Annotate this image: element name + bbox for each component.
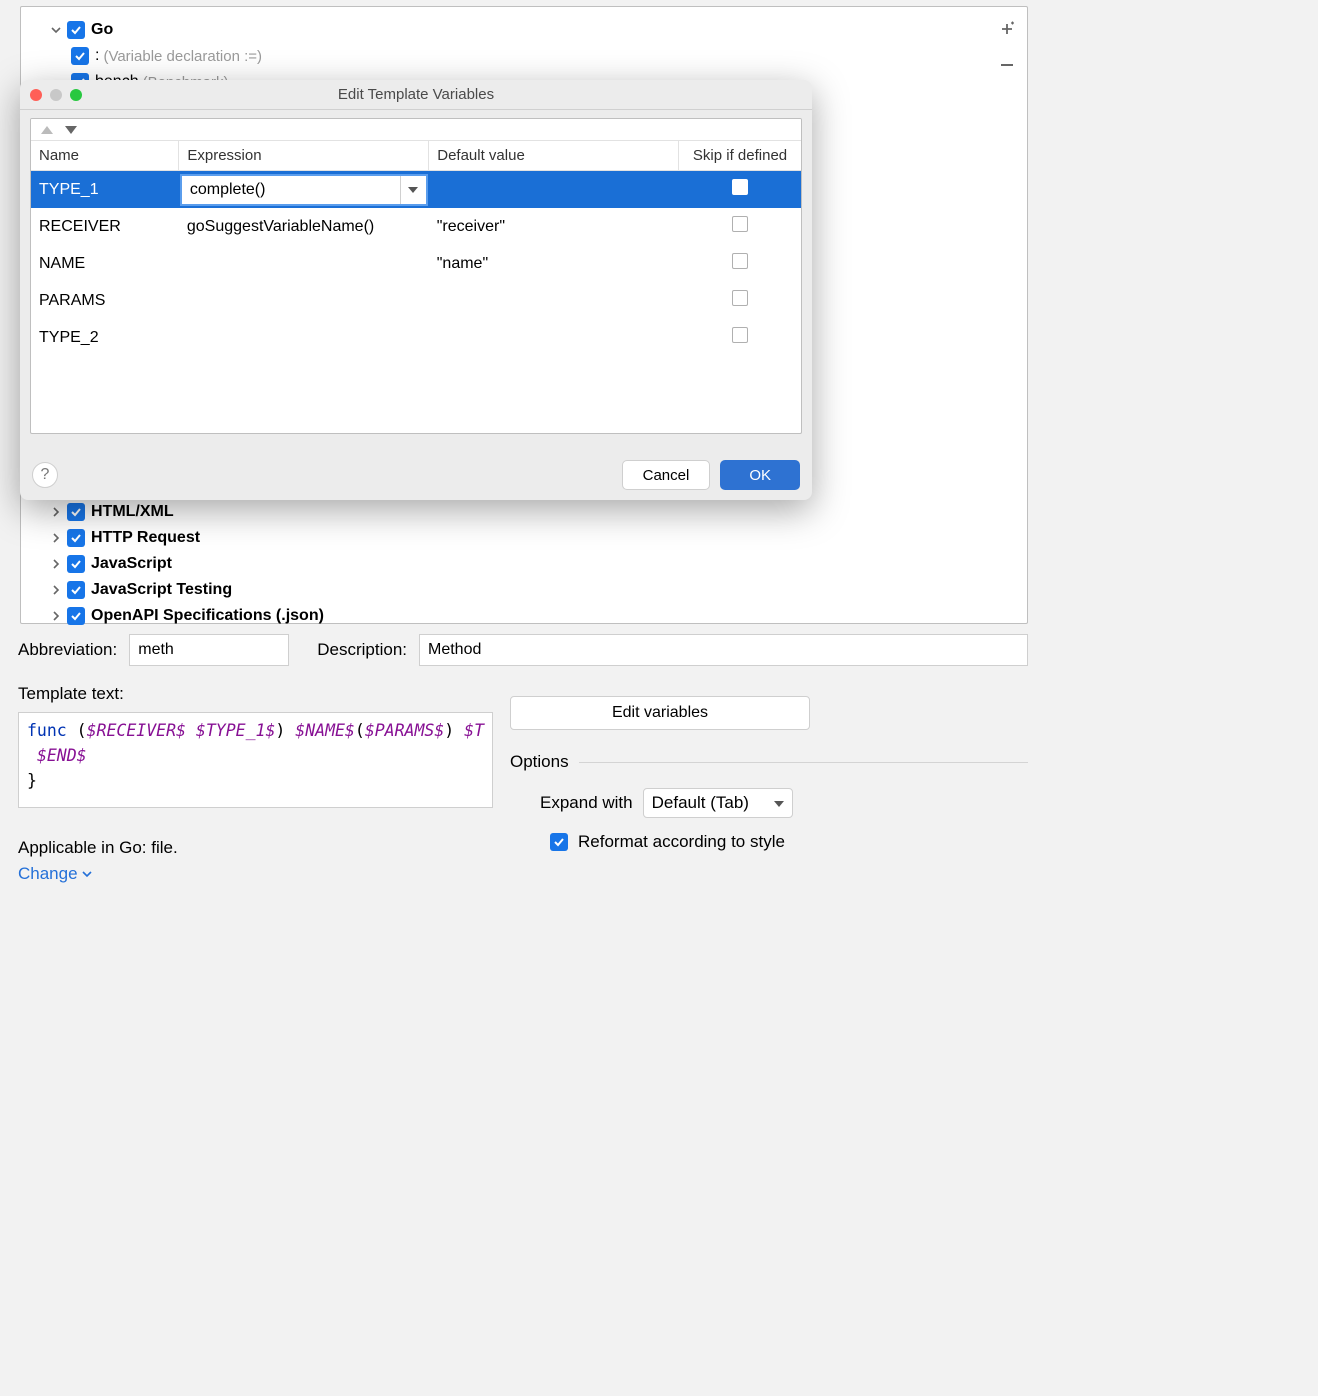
zoom-icon[interactable] [70,89,82,101]
skip-checkbox[interactable] [732,327,748,343]
table-reorder-toolbar [31,119,801,141]
skip-checkbox[interactable] [732,216,748,232]
tree-group[interactable]: JavaScript [49,551,987,577]
cell-default[interactable]: "name" [429,245,679,282]
tree-group[interactable]: OpenAPI Specifications (.json) [49,603,987,629]
expand-with-label: Expand with [540,793,633,813]
tree-group-label: HTTP Request [91,529,200,547]
chevron-right-icon [49,505,63,519]
abbreviation-input[interactable] [129,634,289,666]
cell-skip[interactable] [679,208,801,245]
column-header-expression[interactable]: Expression [179,141,429,171]
tree-group-label: JavaScript [91,555,172,573]
table-row[interactable]: RECEIVERgoSuggestVariableName()"receiver… [31,208,801,245]
tree-group[interactable]: JavaScript Testing [49,577,987,603]
checkbox-checked-icon[interactable] [67,21,85,39]
expand-with-select[interactable]: Default (Tab) [643,788,793,818]
options-label: Options [510,752,569,772]
cell-skip[interactable] [679,245,801,282]
template-text-editor[interactable]: func ($RECEIVER$ $TYPE_1$) $NAME$($PARAM… [18,712,493,808]
cancel-button[interactable]: Cancel [622,460,711,490]
cell-skip[interactable] [679,319,801,356]
tree-root-label: Go [91,21,113,39]
chevron-down-icon [49,23,63,37]
column-header-skip[interactable]: Skip if defined [679,141,801,171]
chevron-right-icon [49,557,63,571]
cell-expression[interactable] [179,282,429,319]
cell-skip[interactable] [679,282,801,319]
divider [579,762,1028,763]
skip-checkbox[interactable] [732,179,748,195]
cell-default[interactable]: "receiver" [429,208,679,245]
edit-variables-button[interactable]: Edit variables [510,696,810,730]
chevron-right-icon [49,583,63,597]
column-header-name[interactable]: Name [31,141,179,171]
edit-template-variables-dialog: Edit Template Variables Name Expression … [20,80,812,500]
cell-name[interactable]: RECEIVER [31,208,179,245]
reformat-checkbox[interactable] [550,833,568,851]
reformat-label: Reformat according to style [578,832,785,852]
add-template-button[interactable] [993,15,1021,43]
dialog-title: Edit Template Variables [20,86,812,103]
skip-checkbox[interactable] [732,253,748,269]
table-row[interactable]: TYPE_1complete() [31,171,801,209]
checkbox-checked-icon[interactable] [67,555,85,573]
tree-group-label: HTML/XML [91,503,174,521]
cell-name[interactable]: TYPE_1 [31,171,179,209]
cell-expression[interactable] [179,319,429,356]
cell-default[interactable] [429,319,679,356]
chevron-right-icon [49,531,63,545]
checkbox-checked-icon[interactable] [67,607,85,625]
chevron-right-icon [49,609,63,623]
tree-root-go[interactable]: Go [49,17,987,43]
applicable-label: Applicable in Go: file. [18,838,178,858]
abbreviation-label: Abbreviation: [18,640,117,660]
column-header-default[interactable]: Default value [429,141,679,171]
move-down-button[interactable] [65,126,77,134]
tree-item-code: : [95,47,99,65]
table-row[interactable]: NAME "name" [31,245,801,282]
applicable-context: Applicable in Go: file. Change [18,838,178,884]
checkbox-checked-icon[interactable] [67,503,85,521]
cell-name[interactable]: PARAMS [31,282,179,319]
checkbox-checked-icon[interactable] [71,47,89,65]
cell-default[interactable] [429,171,679,209]
tree-group-label: OpenAPI Specifications (.json) [91,607,324,625]
description-input[interactable] [419,634,1028,666]
cell-expression[interactable] [179,245,429,282]
cell-skip[interactable] [679,171,801,209]
cell-expression[interactable]: complete() [179,171,429,209]
ok-button[interactable]: OK [720,460,800,490]
variables-table: Name Expression Default value Skip if de… [30,118,802,434]
side-toolbar [993,15,1025,87]
tree-group[interactable]: HTTP Request [49,525,987,551]
template-options: Edit variables Options Expand with Defau… [510,696,1028,852]
checkbox-checked-icon[interactable] [67,581,85,599]
cell-expression[interactable]: goSuggestVariableName() [179,208,429,245]
skip-checkbox[interactable] [732,290,748,306]
tree-item-vardecl[interactable]: : (Variable declaration :=) [71,43,987,69]
tree-group[interactable]: HTML/XML [49,499,987,525]
cell-name[interactable]: NAME [31,245,179,282]
table-row[interactable]: PARAMS [31,282,801,319]
change-context-link[interactable]: Change [18,864,178,884]
cell-name[interactable]: TYPE_2 [31,319,179,356]
remove-template-button[interactable] [993,51,1021,79]
tree-group-label: JavaScript Testing [91,581,232,599]
move-up-button[interactable] [41,126,53,134]
expression-combobox[interactable]: complete() [180,174,428,206]
chevron-down-icon[interactable] [400,176,426,204]
description-label: Description: [317,640,407,660]
close-icon[interactable] [30,89,42,101]
checkbox-checked-icon[interactable] [67,529,85,547]
minimize-icon [50,89,62,101]
dialog-titlebar[interactable]: Edit Template Variables [20,80,812,110]
cell-default[interactable] [429,282,679,319]
table-row[interactable]: TYPE_2 [31,319,801,356]
tree-item-desc: (Variable declaration :=) [103,48,262,65]
help-button[interactable]: ? [32,462,58,488]
